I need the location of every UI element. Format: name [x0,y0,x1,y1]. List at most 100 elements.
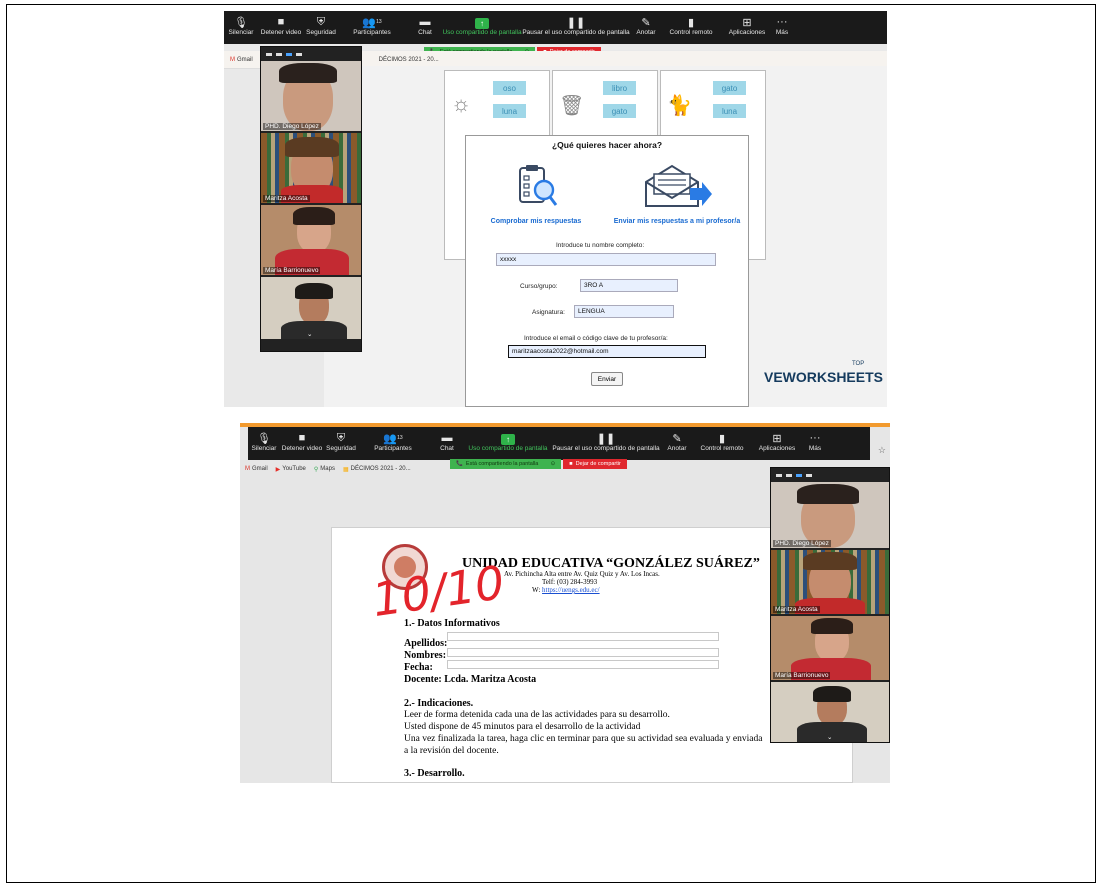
star-icon[interactable]: ☆ [878,445,886,456]
screenshot-liveworksheets: 🎙 Silenciar ■ Detener video ⛨ Seguridad 👥 13… [224,11,887,407]
section-heading: 3.- Desarrollo. [404,768,465,779]
teacher-line: Docente: Lcda. Maritza Acosta [404,674,537,685]
participants-panel: PHD. Diego López Maritza Acosta María Ba… [260,46,362,352]
date-label: Fecha: [404,662,433,673]
figure-frame: 🎙 Silenciar ■ Detener video ⛨ Seguridad 👥 13… [6,4,1096,883]
remote-control-button[interactable]: ▮ Control remoto [660,15,722,37]
camera-icon: ■ [298,432,306,444]
school-web-link[interactable]: https://uengs.edu.ec/ [542,586,600,594]
remote-control-icon: ▮ [687,16,695,29]
surnames-field[interactable] [447,632,719,641]
chat-button[interactable]: ▬ Chat [428,431,466,452]
instruction-line: Leer de forma detenida cada una de las a… [404,710,670,720]
send-to-teacher-option[interactable]: Enviar mis respuestas a mi profesor/a [609,218,745,225]
remote-control-icon: ▮ [718,432,726,445]
gmail-icon: M [230,56,235,63]
video-tile[interactable]: PHD. Diego López [261,61,361,131]
apps-button[interactable]: ⊞ Aplicaciones [722,15,772,37]
video-tile[interactable]: ⌄ [771,682,889,742]
mute-button[interactable]: 🎙 Silenciar [224,15,258,37]
collapse-chevron-icon[interactable]: ⌄ [305,330,314,338]
apps-button[interactable]: ⊞ Aplicaciones [752,431,802,453]
bookmark-decimos[interactable]: ▦ DÉCIMOS 2021 - 20... [343,466,411,473]
subject-input[interactable]: LENGUA [574,305,674,318]
pause-icon: ❚❚ [596,432,616,445]
bookmarks-bar: M Gmail ▶ YouTube ⚲ Maps ▦ DÉCIMOS 2021 - 20… [240,460,770,478]
video-tile[interactable]: María Barrionuevo [261,205,361,275]
share-icon: ↑ [501,431,515,445]
collapse-chevron-icon[interactable]: ⌄ [825,733,834,741]
participant-name: Maritza Acosta [773,606,820,613]
name-label: Introduce tu nombre completo: [556,242,645,249]
word-card[interactable]: luna [713,104,746,118]
gmail-icon: M [245,466,250,472]
video-tile[interactable]: ⌄ [261,277,361,339]
envelope-send-icon[interactable] [642,162,714,210]
course-input[interactable]: 3RO A [580,279,678,292]
subject-label: Asignatura: [532,309,565,316]
youtube-icon: ▶ [275,466,281,473]
bookmark-gmail[interactable]: M Gmail [230,57,253,63]
chat-button[interactable]: ▬ Chat [406,15,444,36]
more-button[interactable]: ··· Más [772,15,792,36]
instruction-line: a la revisión del docente. [404,746,499,756]
school-phone: Telf: (03) 284-3993 [542,578,598,586]
bookmark-decimos[interactable]: DÉCIMOS 2021 - 20... [379,57,439,63]
more-icon: ··· [809,432,821,444]
submit-dialog: ¿Qué quieres hacer ahora? Comprobar mis … [465,135,749,407]
word-card[interactable]: gato [603,104,636,118]
annotate-button[interactable]: ✎ Anotar [662,431,692,453]
teacher-email-input[interactable]: maritzaacosta2022@hotmail.com [508,345,706,358]
remote-control-button[interactable]: ▮ Control remoto [692,431,752,453]
apps-icon: ⊞ [772,432,782,445]
more-icon: ··· [776,16,788,28]
panel-view-controls[interactable] [261,47,361,61]
clipboard-search-icon[interactable] [514,162,558,210]
stop-video-button[interactable]: ■ Detener video [280,431,324,452]
full-name-input[interactable]: xxxxx [496,253,716,266]
video-tile[interactable]: María Barrionuevo [771,616,889,680]
mute-button[interactable]: 🎙 Silenciar [248,431,280,453]
instruction-line: Usted dispone de 45 minutos para el desa… [404,722,641,732]
bookmark-maps[interactable]: ⚲ Maps [314,466,335,473]
check-answers-option[interactable]: Comprobar mis respuestas [486,218,586,225]
chat-icon: ▬ [419,16,431,28]
word-card[interactable]: luna [493,104,526,118]
pause-share-button[interactable]: ❚❚ Pausar el uso compartido de pantalla [520,15,632,37]
participant-name: PHD. Diego López [773,540,831,547]
more-button[interactable]: ··· Más [802,431,828,452]
bookmark-youtube[interactable]: ▶ YouTube [276,466,306,473]
names-label: Nombres: [404,650,447,661]
maps-icon: ⚲ [313,466,319,473]
video-tile[interactable]: Maritza Acosta [261,133,361,203]
stop-video-button[interactable]: ■ Detener video [258,15,304,36]
pause-share-button[interactable]: ❚❚ Pausar el uso compartido de pantalla [550,431,662,453]
participant-name: Maritza Acosta [263,195,310,202]
participants-icon: 👥 13 [383,432,403,445]
school-web: W: https://uengs.edu.ec/ [532,586,600,594]
participant-name: María Barrionuevo [263,267,321,274]
names-field[interactable] [447,648,719,657]
video-tile[interactable]: Maritza Acosta [771,550,889,614]
security-button[interactable]: ⛨ Seguridad [324,431,358,453]
share-screen-button[interactable]: ↑ Uso compartido de pantalla [442,15,522,36]
date-field[interactable] [447,660,719,669]
word-card[interactable]: libro [603,81,636,95]
word-card[interactable]: gato [713,81,746,95]
share-screen-button[interactable]: ↑ Uso compartido de pantalla [466,431,550,452]
video-tile[interactable]: PHD. Diego López [771,482,889,548]
participant-name: PHD. Diego López [263,123,321,130]
security-button[interactable]: ⛨ Seguridad [304,15,338,37]
apps-icon: ⊞ [742,16,752,29]
instruction-line: Una vez finalizada la tarea, haga clic e… [404,734,763,744]
participants-button[interactable]: 👥 13 Participantes [338,15,406,37]
panel-view-controls[interactable] [771,468,889,482]
participants-button[interactable]: 👥 13 Participantes [358,431,428,453]
grid-icon: ▦ [342,466,349,473]
annotate-button[interactable]: ✎ Anotar [632,15,660,37]
shield-icon: ⛨ [316,15,326,28]
send-button[interactable]: Enviar [591,372,623,386]
word-card[interactable]: oso [493,81,526,95]
bookmark-gmail[interactable]: M Gmail [245,466,268,472]
microphone-icon: 🎙 [234,16,248,29]
